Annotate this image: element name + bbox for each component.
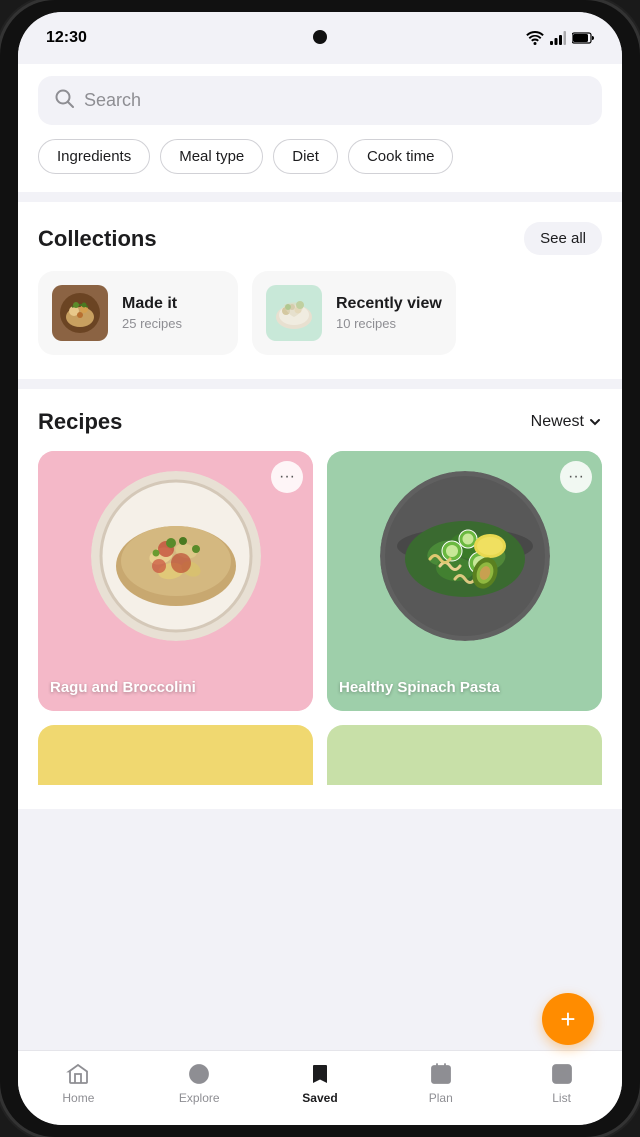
status-icons <box>526 31 594 45</box>
nav-item-plan[interactable]: Plan <box>411 1061 471 1105</box>
nav-item-home[interactable]: Home <box>48 1061 108 1105</box>
nav-label-home: Home <box>62 1091 94 1105</box>
collection-name-made-it: Made it <box>122 295 182 313</box>
collection-info-recently-viewed: Recently view 10 recipes <box>336 295 442 331</box>
collection-img-made-it <box>52 285 108 341</box>
collection-img-recently-viewed <box>266 285 322 341</box>
collection-info-made-it: Made it 25 recipes <box>122 295 182 331</box>
nav-label-explore: Explore <box>179 1091 220 1105</box>
list-icon <box>549 1061 575 1087</box>
screen-content[interactable]: Search Ingredients Meal type Diet Cook t… <box>18 64 622 1050</box>
collections-title: Collections <box>38 226 157 252</box>
sort-button[interactable]: Newest <box>531 413 602 431</box>
search-bar[interactable]: Search <box>38 76 602 125</box>
collections-section: Collections See all <box>18 202 622 379</box>
plan-icon <box>428 1061 454 1087</box>
filter-chips: Ingredients Meal type Diet Cook time <box>38 139 602 174</box>
recipes-header: Recipes Newest <box>38 409 602 435</box>
collection-card-made-it[interactable]: Made it 25 recipes <box>38 271 238 355</box>
chip-diet[interactable]: Diet <box>273 139 338 174</box>
signal-icon <box>550 31 566 45</box>
phone-screen: 12:30 <box>18 12 622 1125</box>
phone-frame: 12:30 <box>0 0 640 1137</box>
recipes-title: Recipes <box>38 409 122 435</box>
saved-icon <box>307 1061 333 1087</box>
wifi-icon <box>526 31 544 45</box>
recipe-card-partial-2[interactable] <box>327 725 602 785</box>
recipe-title-ragu: Ragu and Broccolini <box>50 678 196 698</box>
recipe-card-partial[interactable] <box>38 725 313 785</box>
recipe-card-spinach[interactable]: ··· Healthy Spinach Pasta <box>327 451 602 711</box>
collection-count-made-it: 25 recipes <box>122 316 182 331</box>
sort-label: Newest <box>531 413 584 431</box>
nav-label-saved: Saved <box>302 1091 337 1105</box>
collections-header: Collections See all <box>38 222 602 255</box>
more-button-ragu[interactable]: ··· <box>271 461 303 493</box>
chip-cook-time[interactable]: Cook time <box>348 139 454 174</box>
recipes-section: Recipes Newest <box>18 389 622 809</box>
chip-meal-type[interactable]: Meal type <box>160 139 263 174</box>
collection-name-recently-viewed: Recently view <box>336 295 442 313</box>
status-bar: 12:30 <box>18 12 622 64</box>
recipes-grid: ··· Ragu and Broccolini <box>38 451 602 785</box>
nav-item-saved[interactable]: Saved <box>290 1061 350 1105</box>
collection-cards: Made it 25 recipes <box>38 271 602 355</box>
nav-item-list[interactable]: List <box>532 1061 592 1105</box>
explore-icon <box>186 1061 212 1087</box>
status-time: 12:30 <box>46 29 87 47</box>
battery-icon <box>572 32 594 44</box>
nav-label-plan: Plan <box>429 1091 453 1105</box>
fab-add-button[interactable]: + <box>542 993 594 1045</box>
search-section: Search Ingredients Meal type Diet Cook t… <box>18 64 622 192</box>
search-placeholder: Search <box>84 90 141 111</box>
collection-card-recently-viewed[interactable]: Recently view 10 recipes <box>252 271 456 355</box>
chevron-down-icon <box>588 415 602 429</box>
collection-count-recently-viewed: 10 recipes <box>336 316 442 331</box>
search-icon <box>54 88 74 113</box>
camera-notch <box>313 30 327 44</box>
bottom-nav: Home Explore Saved <box>18 1050 622 1125</box>
recipe-card-ragu[interactable]: ··· Ragu and Broccolini <box>38 451 313 711</box>
nav-label-list: List <box>552 1091 571 1105</box>
home-icon <box>65 1061 91 1087</box>
chip-ingredients[interactable]: Ingredients <box>38 139 150 174</box>
recipe-title-spinach: Healthy Spinach Pasta <box>339 678 500 698</box>
nav-item-explore[interactable]: Explore <box>169 1061 229 1105</box>
see-all-button[interactable]: See all <box>524 222 602 255</box>
more-button-spinach[interactable]: ··· <box>560 461 592 493</box>
